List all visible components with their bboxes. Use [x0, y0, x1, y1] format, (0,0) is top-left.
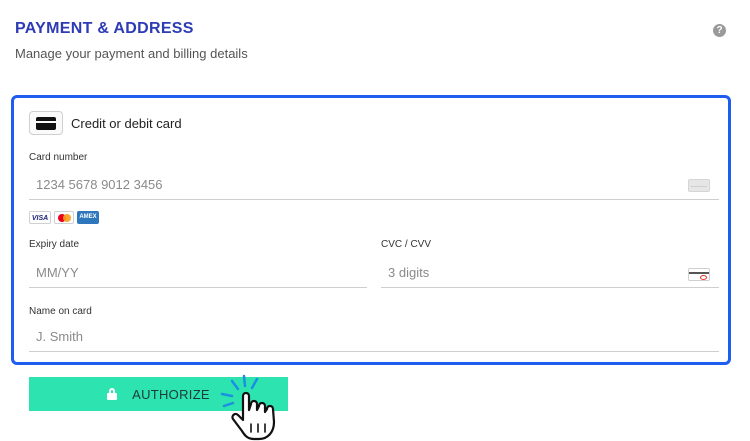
credit-card-icon [29, 111, 63, 135]
cvc-input[interactable] [381, 258, 719, 288]
visa-logo: VISA [29, 211, 51, 224]
cvc-card-icon [688, 268, 710, 281]
card-placeholder-icon [688, 179, 710, 192]
card-number-label: Card number [29, 152, 88, 163]
lock-icon [107, 388, 118, 400]
hand-pointer-cursor-icon [220, 374, 276, 441]
payment-method-label: Credit or debit card [71, 115, 182, 131]
cvc-label: CVC / CVV [381, 239, 432, 250]
expiry-date-input[interactable] [29, 258, 367, 288]
payment-method-row[interactable]: Credit or debit card [29, 111, 182, 135]
card-number-input[interactable] [29, 170, 719, 200]
amex-logo: AMEX [77, 211, 99, 224]
page-title: PAYMENT & ADDRESS [15, 20, 194, 37]
expiry-date-label: Expiry date [29, 239, 80, 250]
name-on-card-input[interactable] [29, 322, 719, 352]
card-brand-logos: VISA AMEX [29, 211, 99, 224]
page-subtitle: Manage your payment and billing details [15, 46, 248, 61]
help-icon[interactable]: ? [713, 24, 726, 37]
card-payment-panel: Credit or debit card Card number VISA AM… [11, 95, 731, 365]
authorize-button-label: AUTHORIZE [132, 386, 210, 402]
name-on-card-label: Name on card [29, 306, 92, 317]
mastercard-logo [54, 211, 74, 224]
